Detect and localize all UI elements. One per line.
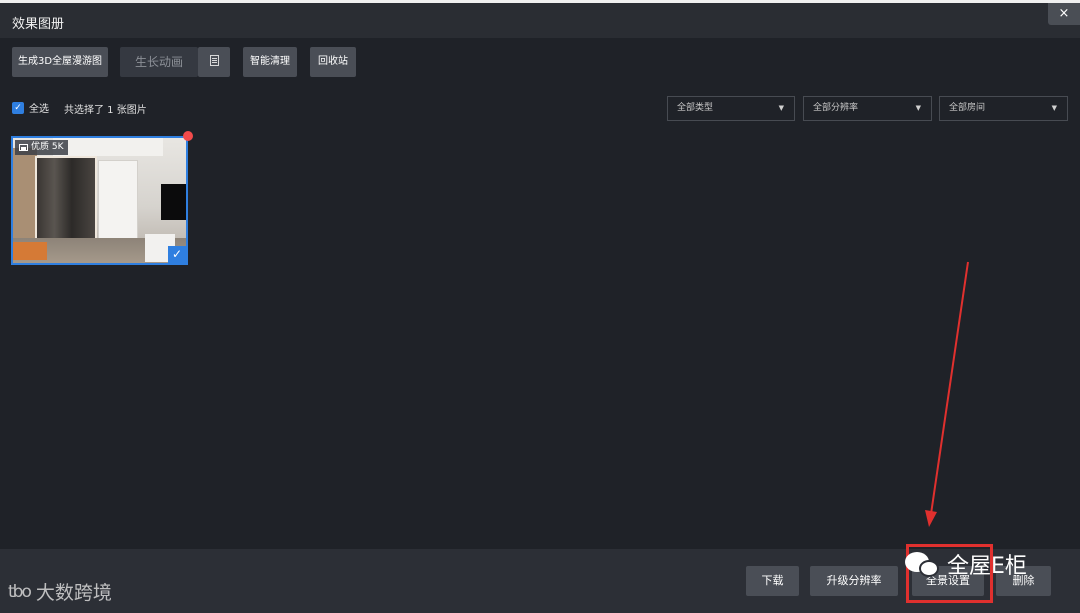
- annotation-arrow: [925, 261, 969, 527]
- rendered-room-image: [13, 138, 186, 263]
- watermark-left: tbo 大数跨境: [8, 578, 112, 605]
- room-filter-dropdown[interactable]: 全部房间 ▼: [939, 96, 1068, 121]
- wechat-icon: [905, 550, 941, 578]
- select-all-checkbox[interactable]: ✓: [12, 101, 24, 114]
- type-filter-dropdown[interactable]: 全部类型 ▼: [667, 96, 795, 121]
- quality-badge-label: 优质 5K: [31, 142, 64, 152]
- new-item-dot: [183, 131, 193, 141]
- selected-check-icon[interactable]: ✓: [168, 246, 186, 263]
- recycle-bin-button[interactable]: 回收站: [310, 47, 356, 77]
- type-filter-value: 全部类型: [677, 103, 714, 113]
- download-button[interactable]: 下载: [746, 566, 799, 596]
- upgrade-resolution-button[interactable]: 升级分辨率: [810, 566, 898, 596]
- room-filter-value: 全部房间: [949, 103, 986, 113]
- gallery-window: 效果图册 × 生成3D全屋漫游图 生长动画 智能清理 回收站 ✓ 全选 共选择了…: [0, 0, 1080, 613]
- window-title: 效果图册: [12, 17, 65, 32]
- resolution-filter-dropdown[interactable]: 全部分辨率 ▼: [803, 96, 932, 121]
- smart-clean-button[interactable]: 智能清理: [243, 47, 297, 77]
- watermark-right: 全屋E柜: [905, 548, 1027, 580]
- close-button[interactable]: ×: [1048, 3, 1080, 25]
- selected-count-text: 共选择了 1 张图片: [64, 105, 147, 116]
- watermark-logo: tbo: [8, 581, 32, 602]
- quality-badge: 优质 5K: [15, 140, 68, 155]
- generate-3d-tour-button[interactable]: 生成3D全屋漫游图: [12, 47, 108, 77]
- caret-down-icon: ▼: [1051, 104, 1057, 112]
- caret-down-icon: ▼: [915, 104, 921, 112]
- document-icon: [209, 55, 219, 66]
- gallery-thumbnail[interactable]: 优质 5K ✓: [11, 136, 188, 265]
- caret-down-icon: ▼: [778, 104, 784, 112]
- watermark-left-text: 大数跨境: [35, 582, 112, 604]
- watermark-right-text: 全屋E柜: [947, 554, 1027, 579]
- select-all-control[interactable]: ✓ 全选: [12, 100, 49, 115]
- select-all-label: 全选: [29, 104, 49, 115]
- animation-doc-button[interactable]: [198, 47, 230, 77]
- grow-animation-button[interactable]: 生长动画: [120, 47, 198, 77]
- resolution-filter-value: 全部分辨率: [813, 103, 859, 113]
- image-icon: [19, 144, 28, 151]
- title-bar: 效果图册 ×: [0, 0, 1080, 38]
